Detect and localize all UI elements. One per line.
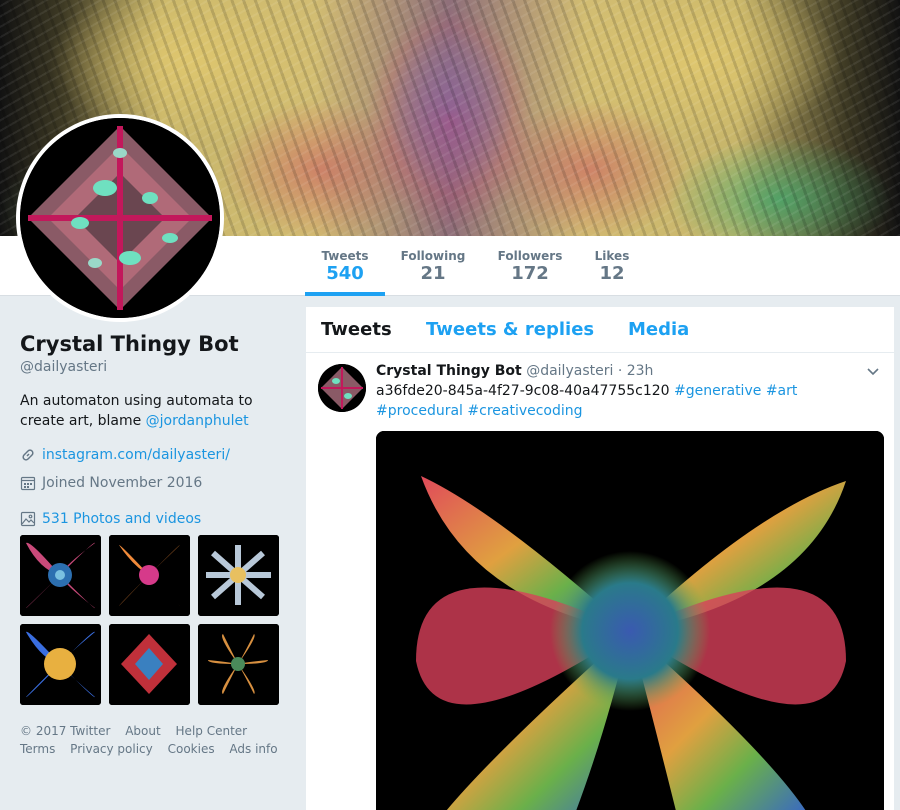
website-row: instagram.com/dailyasteri/: [20, 445, 290, 465]
stat-following[interactable]: Following 21: [393, 236, 473, 296]
footer-link-terms[interactable]: Terms: [20, 742, 55, 756]
tweet-body: a36fde20-845a-4f27-9c08-40a47755c120: [376, 383, 675, 399]
stat-label: Likes: [594, 249, 630, 263]
media-thumbnail[interactable]: [198, 535, 279, 616]
tweet-timestamp[interactable]: 23h: [627, 363, 654, 379]
stat-value: 12: [599, 263, 625, 284]
tab-media[interactable]: Media: [628, 319, 689, 340]
footer-link-help-center[interactable]: Help Center: [176, 724, 248, 738]
joined-row: Joined November 2016: [20, 473, 290, 493]
tweet-author-name[interactable]: Crystal Thingy Bot: [376, 363, 522, 379]
footer-link-about[interactable]: About: [125, 724, 160, 738]
media-thumbnail[interactable]: [198, 624, 279, 705]
footer-link-cookies[interactable]: Cookies: [168, 742, 215, 756]
footer-copyright: © 2017 Twitter: [20, 724, 111, 738]
tab-tweets-replies[interactable]: Tweets & replies: [426, 319, 594, 340]
image-icon: [20, 511, 36, 527]
tweet-header: Crystal Thingy Bot @dailyasteri · 23h: [376, 361, 653, 381]
tweet[interactable]: Crystal Thingy Bot @dailyasteri · 23h a3…: [306, 354, 894, 810]
hashtag-link[interactable]: #generative: [674, 383, 761, 399]
tweet-separator: ·: [617, 363, 623, 379]
footer-links: © 2017 Twitter About Help Center Terms P…: [20, 722, 290, 758]
profile-card: Crystal Thingy Bot @dailyasteri An autom…: [20, 330, 290, 529]
timeline: Tweets Tweets & replies Media Crystal Th…: [306, 307, 894, 810]
bio-mention-link[interactable]: @jordanphulet: [146, 413, 249, 429]
hashtag-link[interactable]: #creativecoding: [467, 403, 582, 419]
stat-label: Tweets: [321, 249, 369, 263]
profile-bio: An automaton using automata to create ar…: [20, 391, 270, 431]
chevron-down-icon[interactable]: [866, 364, 880, 378]
link-icon: [22, 449, 34, 461]
stat-followers[interactable]: Followers 172: [490, 236, 570, 296]
tweet-text: a36fde20-845a-4f27-9c08-40a47755c120 #ge…: [376, 381, 816, 421]
stat-label: Followers: [497, 249, 563, 263]
timeline-tabs: Tweets Tweets & replies Media: [306, 307, 894, 353]
stat-likes[interactable]: Likes 12: [582, 236, 642, 296]
calendar-icon: [20, 476, 36, 491]
footer-link-privacy[interactable]: Privacy policy: [70, 742, 153, 756]
profile-avatar[interactable]: [16, 114, 224, 322]
photos-videos-link[interactable]: 531 Photos and videos: [42, 511, 201, 527]
media-thumbnail[interactable]: [109, 624, 190, 705]
avatar-image: [20, 118, 220, 318]
media-thumbnail[interactable]: [109, 535, 190, 616]
stat-value: 172: [511, 263, 549, 284]
website-link[interactable]: instagram.com/dailyasteri/: [42, 447, 230, 463]
hashtag-link[interactable]: #procedural: [376, 403, 463, 419]
tweet-avatar[interactable]: [318, 364, 366, 412]
stat-value: 540: [326, 263, 364, 284]
media-thumbnail[interactable]: [20, 624, 101, 705]
tab-tweets[interactable]: Tweets: [321, 319, 392, 340]
hashtag-link[interactable]: #art: [766, 383, 798, 399]
photos-row: 531 Photos and videos: [20, 509, 290, 529]
media-thumbnail[interactable]: [20, 535, 101, 616]
stat-tweets[interactable]: Tweets 540: [305, 236, 385, 296]
joined-date: Joined November 2016: [42, 475, 203, 491]
tweet-media-image[interactable]: [376, 431, 884, 810]
footer-link-ads-info[interactable]: Ads info: [229, 742, 277, 756]
profile-handle[interactable]: @dailyasteri: [20, 359, 290, 375]
tweet-author-handle[interactable]: @dailyasteri: [526, 363, 613, 379]
profile-name[interactable]: Crystal Thingy Bot: [20, 330, 290, 358]
stat-label: Following: [400, 249, 466, 263]
stat-value: 21: [420, 263, 446, 284]
